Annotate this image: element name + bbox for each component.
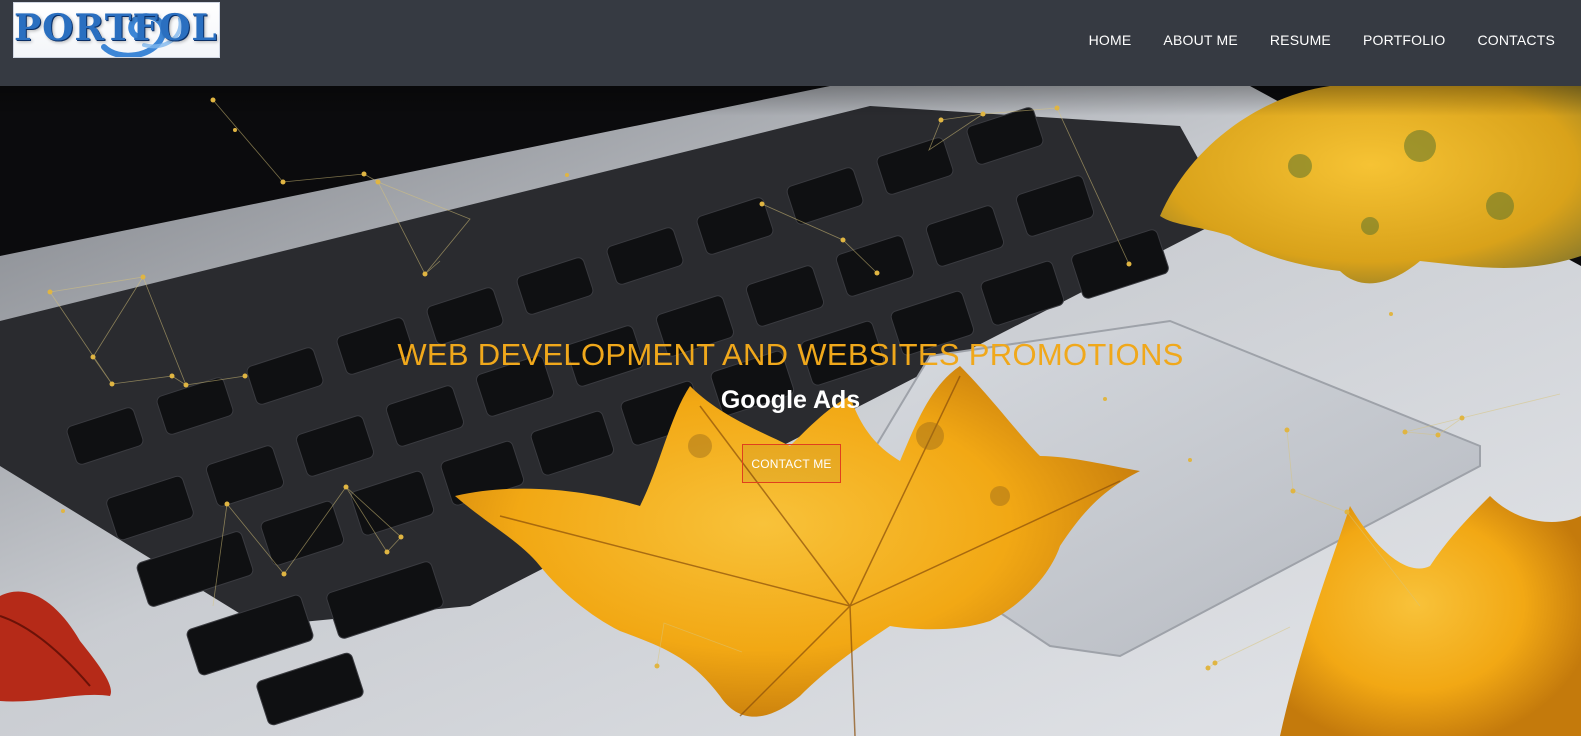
nav-portfolio[interactable]: PORTFOLIO [1363,32,1445,48]
contact-me-button[interactable]: CONTACT ME [742,444,841,483]
hero-section: WEB DEVELOPMENT AND WEBSITES PROMOTIONS … [0,86,1581,736]
logo-text: PORTFOLIO [14,7,219,49]
nav-home[interactable]: HOME [1089,32,1132,48]
nav-about-me[interactable]: ABOUT ME [1163,32,1237,48]
nav-contacts[interactable]: CONTACTS [1477,32,1555,48]
main-nav: HOME ABOUT ME RESUME PORTFOLIO CONTACTS [1089,0,1555,80]
site-header: PORTFOLIO HOME ABOUT ME RESUME PORTFOLIO… [0,0,1581,86]
nav-resume[interactable]: RESUME [1270,32,1331,48]
hero-background-image [0,86,1581,736]
site-logo[interactable]: PORTFOLIO [13,2,220,58]
